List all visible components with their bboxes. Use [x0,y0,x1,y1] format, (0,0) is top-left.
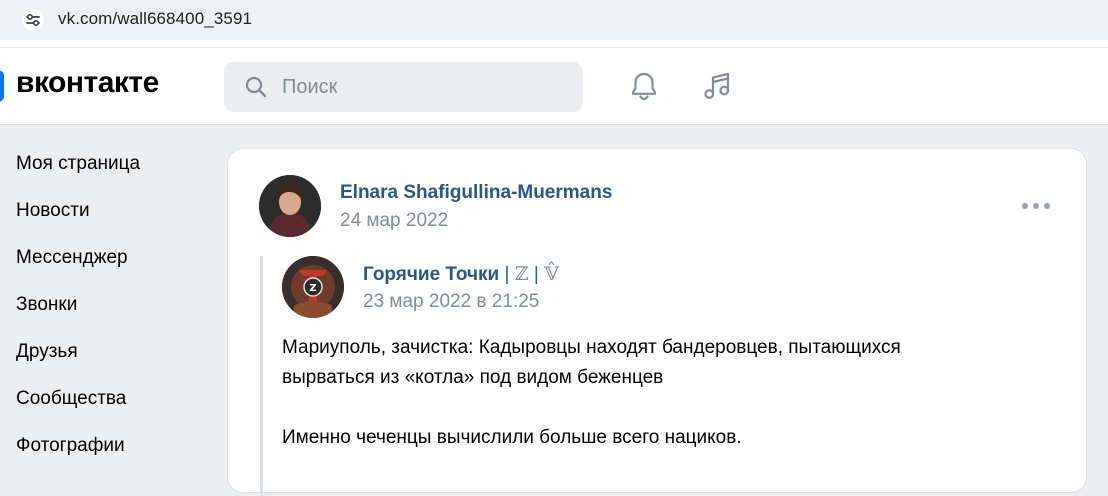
vk-header: вконтакте [0,48,1108,125]
search-icon [244,75,268,99]
search-input[interactable] [280,62,570,112]
vk-logo-mark[interactable] [0,70,4,102]
post-text-line: Именно чеченцы вычислили больше всего на… [282,427,742,448]
search-box[interactable] [224,62,583,112]
address-bar[interactable]: vk.com/wall668400_3591 [0,0,1108,40]
source-avatar[interactable]: Z [282,256,344,318]
post-text: Мариуполь, зачистка: Кадыровцы находят б… [282,333,1042,453]
post-card: Elnara Shafigullina-Muermans 24 мар 2022… [227,148,1087,496]
sidebar-item-photos[interactable]: Фотографии [16,435,125,457]
sidebar-item-news[interactable]: Новости [16,200,90,222]
source-mark-v: 𝕍̂ [544,263,559,285]
source-datetime[interactable]: 23 мар 2022 в 21:25 [363,291,539,313]
svg-text:Z: Z [309,283,316,294]
source-name-text: Горячие Точки [363,264,500,285]
repost-block: Z Горячие Точки | ℤ | 𝕍̂ 23 мар 2022 в 2… [260,256,1060,496]
more-horizontal-icon[interactable] [1016,193,1056,219]
browser-toolbar: vk.com/wall668400_3591 [0,0,1108,48]
source-name[interactable]: Горячие Точки | ℤ | 𝕍̂ [363,263,559,286]
bell-icon[interactable] [624,66,664,106]
post-text-line: Мариуполь, зачистка: Кадыровцы находят б… [282,337,901,358]
author-name[interactable]: Elnara Shafigullina-Muermans [340,182,612,204]
url-text[interactable]: vk.com/wall668400_3591 [58,9,252,29]
sidebar-item-communities[interactable]: Сообщества [16,388,126,410]
source-separator: | [533,264,539,285]
sidebar-item-friends[interactable]: Друзья [16,341,78,363]
post-date[interactable]: 24 мар 2022 [340,210,448,232]
sidebar-item-messenger[interactable]: Мессенджер [16,247,128,269]
left-sidebar: Моя страница Новости Мессенджер Звонки Д… [0,126,210,477]
source-mark-z: ℤ [514,263,529,285]
author-avatar[interactable] [259,175,321,237]
tune-icon[interactable] [18,6,48,34]
vk-logo[interactable]: вконтакте [16,66,159,100]
sidebar-item-my-page[interactable]: Моя страница [16,153,140,175]
sidebar-item-calls[interactable]: Звонки [16,294,77,316]
post-text-line: вырваться из «котла» под видом беженцев [282,367,664,388]
music-note-icon[interactable] [697,66,737,106]
source-separator: | [504,264,510,285]
